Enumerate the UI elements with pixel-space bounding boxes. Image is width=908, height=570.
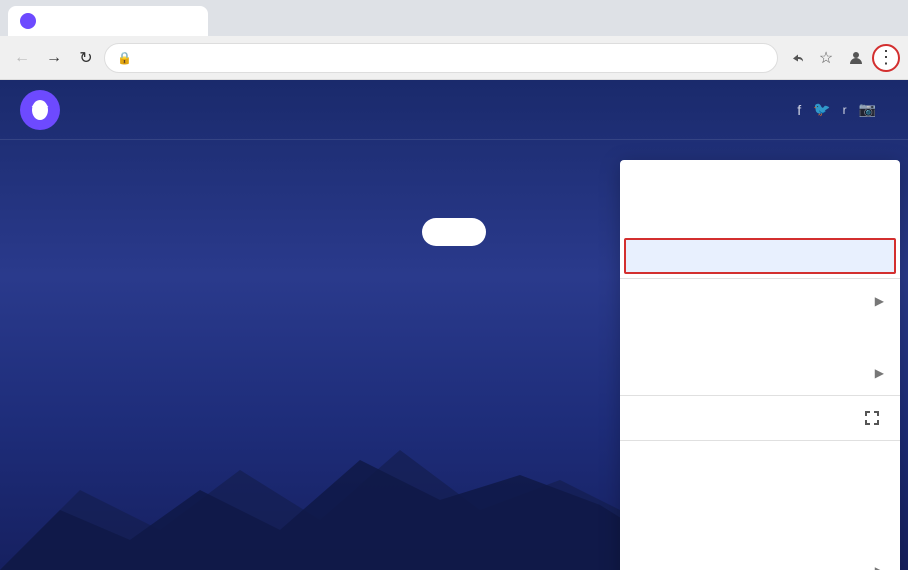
fullscreen-button[interactable] — [860, 406, 884, 430]
chrome-menu-button[interactable]: ⋮ — [872, 44, 900, 72]
menu-divider-3 — [620, 440, 900, 441]
close-button[interactable] — [888, 28, 900, 32]
menu-item-incognito[interactable] — [624, 238, 896, 274]
share-button[interactable] — [782, 44, 810, 72]
twitter-icon[interactable]: 🐦 — [813, 101, 830, 118]
history-arrow-icon: ▶ — [875, 294, 884, 308]
zoom-plus-button[interactable] — [828, 406, 852, 430]
protonmail-logo — [20, 90, 60, 130]
mountains-illustration — [0, 430, 640, 570]
website-content: f 🐦 r 📷 — [0, 80, 908, 570]
menu-divider-2 — [620, 395, 900, 396]
menu-item-find[interactable] — [620, 517, 900, 553]
tab-bar — [0, 0, 908, 36]
browser-window: ← → ↻ 🔒 ☆ ⋮ — [0, 0, 908, 570]
more-tools-arrow-icon: ▶ — [875, 564, 884, 570]
active-tab[interactable] — [8, 6, 208, 36]
pm-navbar: f 🐦 r 📷 — [0, 80, 908, 140]
menu-item-new-tab[interactable] — [620, 164, 900, 200]
menu-item-more-tools[interactable]: ▶ — [620, 553, 900, 570]
address-bar[interactable]: 🔒 — [104, 43, 778, 73]
lock-icon: 🔒 — [117, 51, 132, 65]
profile-button[interactable] — [842, 44, 870, 72]
tab-favicon — [20, 13, 36, 29]
instagram-icon[interactable]: 📷 — [859, 101, 876, 118]
menu-item-history[interactable]: ▶ — [620, 283, 900, 319]
menu-item-bookmarks[interactable]: ▶ — [620, 355, 900, 391]
maximize-button[interactable] — [868, 28, 880, 32]
toolbar: ← → ↻ 🔒 ☆ ⋮ — [0, 36, 908, 80]
bookmarks-arrow-icon: ▶ — [875, 366, 884, 380]
toolbar-actions: ☆ ⋮ — [782, 44, 900, 72]
menu-item-cast[interactable] — [620, 481, 900, 517]
reload-button[interactable]: ↻ — [72, 44, 100, 72]
menu-item-print[interactable] — [620, 445, 900, 481]
zoom-controls — [748, 406, 884, 430]
window-controls — [848, 28, 900, 36]
facebook-icon[interactable]: f — [797, 102, 801, 118]
zoom-minus-button[interactable] — [748, 406, 772, 430]
pm-nav-social: f 🐦 r 📷 — [797, 101, 888, 118]
bookmark-button[interactable]: ☆ — [812, 44, 840, 72]
reddit-icon[interactable]: r — [843, 103, 847, 117]
menu-item-new-window[interactable] — [620, 200, 900, 236]
new-tab-button[interactable] — [212, 8, 240, 36]
menu-divider-1 — [620, 278, 900, 279]
chrome-dropdown-menu: ▶ ▶ — [620, 160, 900, 570]
back-button[interactable]: ← — [8, 44, 36, 72]
minimize-button[interactable] — [848, 28, 860, 32]
zoom-control — [620, 400, 900, 436]
forward-button[interactable]: → — [40, 44, 68, 72]
menu-item-downloads[interactable] — [620, 319, 900, 355]
tab-close-button[interactable] — [180, 13, 196, 29]
cta-button[interactable] — [422, 218, 486, 246]
